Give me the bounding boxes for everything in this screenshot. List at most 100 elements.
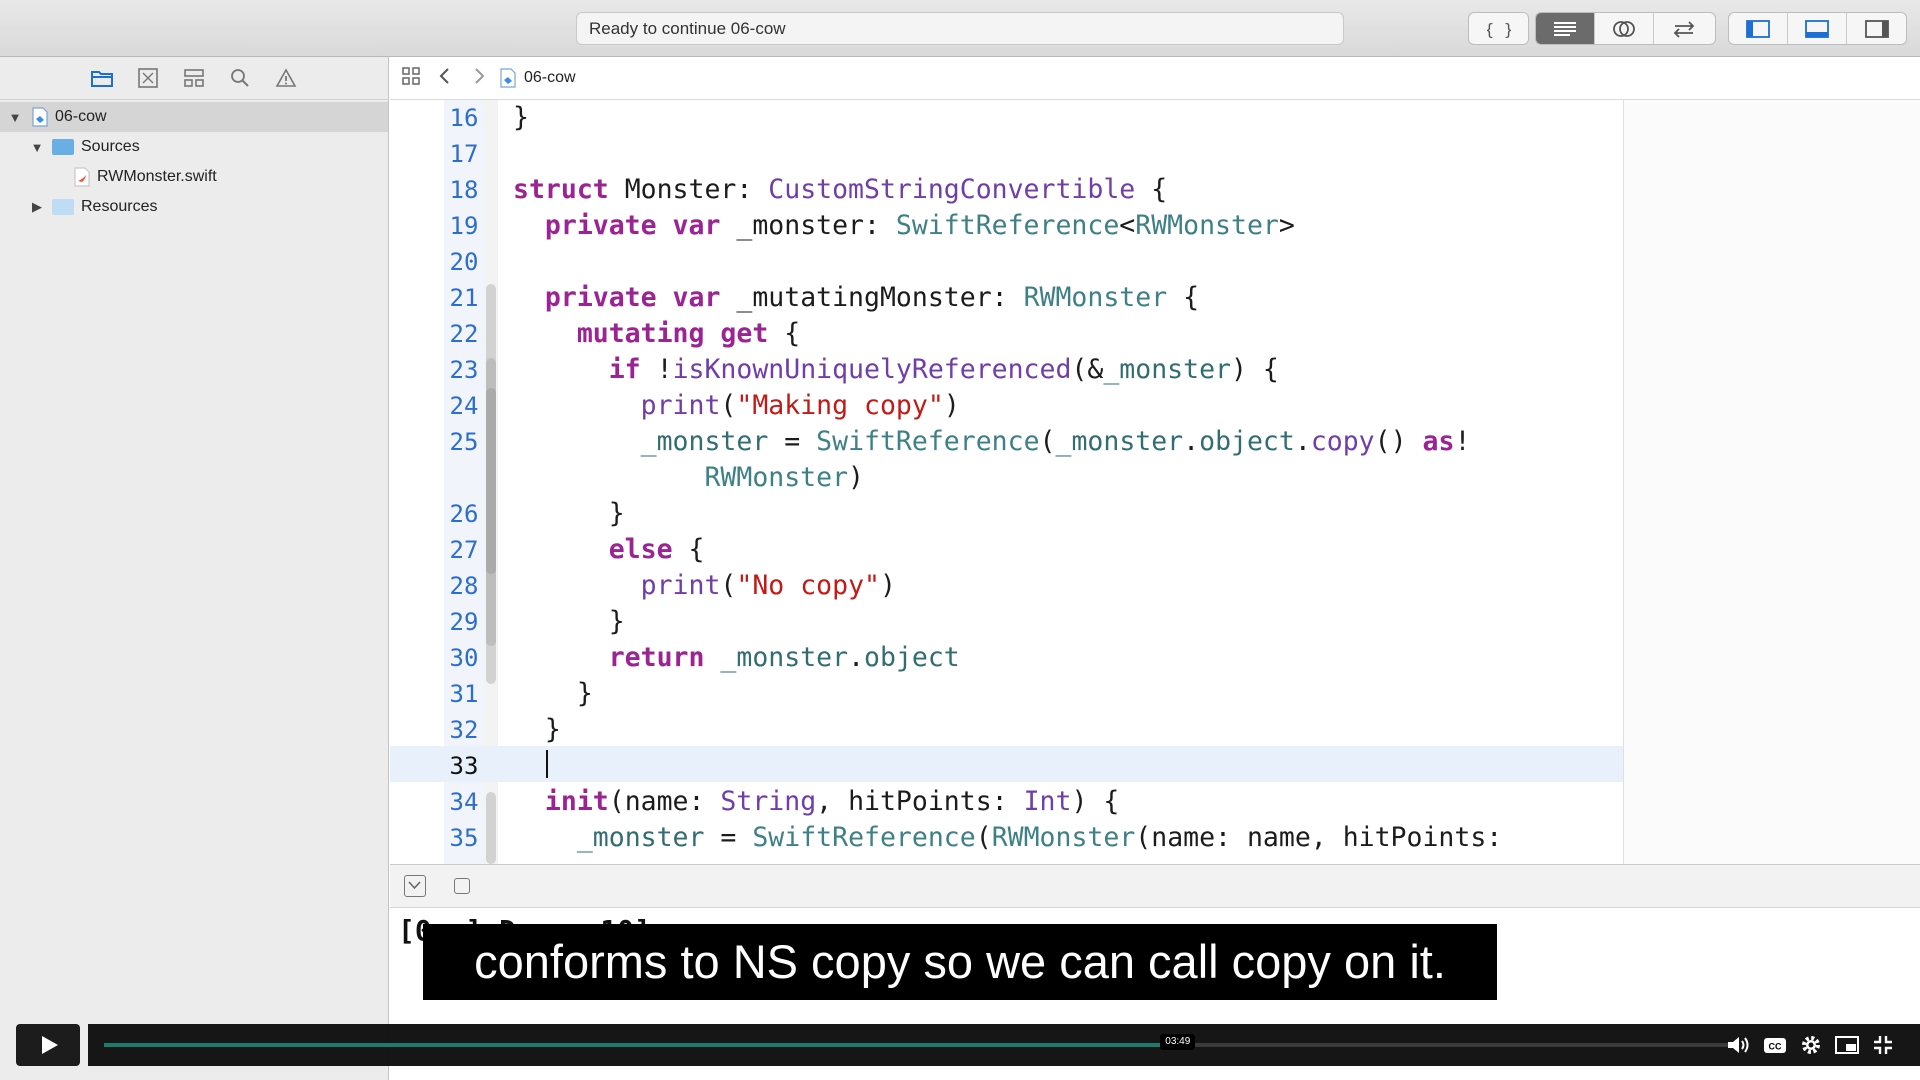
captions-icon[interactable]: CC: [1762, 1033, 1788, 1057]
line-number: 33: [449, 752, 479, 780]
screen: Ready to continue 06-cow { }: [0, 0, 1920, 1080]
braces-icon[interactable]: { }: [1469, 13, 1528, 44]
code-line[interactable]: 34 init(name: String, hitPoints: Int) {: [390, 784, 1623, 820]
left-panel-icon[interactable]: [1729, 13, 1788, 44]
symbol-icon[interactable]: [181, 65, 207, 91]
code-line[interactable]: 23 if !isKnownUniquelyReferenced(&_monst…: [390, 352, 1623, 388]
line-source: _monster = SwiftReference(RWMonster(name…: [513, 820, 1502, 856]
line-source: }: [513, 676, 593, 712]
code-line[interactable]: 21 private var _mutatingMonster: RWMonst…: [390, 280, 1623, 316]
tree-item-sources[interactable]: ▼ Sources: [0, 132, 388, 162]
seek-progress: [104, 1043, 1173, 1047]
line-number: 20: [449, 248, 479, 276]
code-line[interactable]: 33: [390, 748, 1623, 784]
code-line[interactable]: RWMonster): [390, 460, 1623, 496]
back-chevron-icon[interactable]: [428, 66, 462, 91]
right-panel-icon[interactable]: [1847, 13, 1906, 44]
code-line[interactable]: 25 _monster = SwiftReference(_monster.ob…: [390, 424, 1623, 460]
folder-icon: [52, 199, 74, 215]
code-token: }: [513, 678, 593, 709]
code-token: =: [704, 822, 753, 853]
stop-icon[interactable]: [454, 878, 470, 894]
file-tree: ▼ 06-cow ▼ Sources RWMonster.swift ▶ Res…: [0, 100, 388, 222]
tree-item-resources[interactable]: ▶ Resources: [0, 192, 388, 222]
code-token: "Making copy": [736, 390, 944, 421]
version-editor-icon[interactable]: [1654, 13, 1713, 44]
line-number: 16: [449, 104, 479, 132]
code-token: }: [513, 714, 561, 745]
line-source: return _monster.object: [513, 640, 960, 676]
source-control-icon[interactable]: [135, 65, 161, 91]
video-caption: conforms to NS copy so we can call copy …: [423, 924, 1497, 1000]
pip-icon[interactable]: [1834, 1033, 1860, 1057]
code-line[interactable]: 31 }: [390, 676, 1623, 712]
code-token: "No copy": [736, 570, 880, 601]
settings-icon[interactable]: [1798, 1033, 1824, 1057]
line-number: 30: [449, 644, 479, 672]
code-line[interactable]: 35 _monster = SwiftReference(RWMonster(n…: [390, 820, 1623, 856]
tree-item-rwmonster-swift[interactable]: RWMonster.swift: [0, 162, 388, 192]
warning-icon[interactable]: [273, 65, 299, 91]
line-number: 25: [449, 428, 479, 456]
forward-chevron-icon[interactable]: [462, 66, 496, 91]
code-token: (name:: [608, 786, 721, 817]
code-line[interactable]: 32 }: [390, 712, 1623, 748]
bottom-panel-icon[interactable]: [1788, 13, 1847, 44]
code-token: RWMonster: [1023, 282, 1168, 313]
line-number: 28: [449, 572, 479, 600]
code-token: {: [1135, 174, 1168, 205]
line-source: init(name: String, hitPoints: Int) {: [513, 784, 1119, 820]
source-editor[interactable]: 16} 17 18 struct Monster: CustomStringConve…: [390, 100, 1623, 864]
code-line[interactable]: 22 mutating get {: [390, 316, 1623, 352]
tree-item-label: Sources: [81, 138, 140, 155]
folder-icon[interactable]: [89, 65, 115, 91]
assistant-editor-icon[interactable]: [1595, 13, 1654, 44]
disclosure-open-icon[interactable]: ▼: [8, 110, 22, 125]
code-line[interactable]: 16}: [390, 100, 1623, 136]
line-source: RWMonster): [513, 460, 864, 496]
line-source: private var _monster: SwiftReference<RWM…: [513, 208, 1295, 244]
code-line[interactable]: 17: [390, 136, 1623, 172]
disclosure-open-icon[interactable]: ▼: [30, 140, 44, 155]
code-token: _monster: [1055, 426, 1184, 457]
play-button[interactable]: [16, 1024, 80, 1066]
fullscreen-icon[interactable]: [1870, 1033, 1896, 1057]
disclosure-closed-icon[interactable]: ▶: [30, 199, 44, 215]
volume-icon[interactable]: [1726, 1033, 1752, 1057]
code-line[interactable]: 29 }: [390, 604, 1623, 640]
editor-minimap[interactable]: [1623, 100, 1920, 864]
line-number: 32: [449, 716, 479, 744]
code-line[interactable]: 28 print("No copy"): [390, 568, 1623, 604]
tree-item-label: Resources: [81, 198, 158, 215]
code-line[interactable]: 20: [390, 244, 1623, 280]
navigator-tabs: [0, 57, 388, 100]
code-token: =: [768, 426, 817, 457]
code-token: String: [720, 786, 817, 817]
code-token: _monster: [1103, 354, 1231, 385]
seek-track[interactable]: 03:49: [104, 1034, 1730, 1050]
code-token: return: [513, 642, 721, 673]
code-line[interactable]: 19 private var _monster: SwiftReference<…: [390, 208, 1623, 244]
seek-bar[interactable]: 03:49 CC: [88, 1024, 1920, 1066]
search-icon[interactable]: [227, 65, 253, 91]
code-line[interactable]: 24 print("Making copy"): [390, 388, 1623, 424]
code-line[interactable]: 30 return _monster.object: [390, 640, 1623, 676]
line-number: 18: [449, 176, 479, 204]
code-line[interactable]: 18 struct Monster: CustomStringConvertibl…: [390, 172, 1623, 208]
video-controls: 03:49 CC: [0, 1024, 1920, 1066]
code-token: (: [975, 822, 992, 853]
code-token: Int: [1023, 786, 1072, 817]
hide-debug-area-icon[interactable]: [404, 875, 426, 897]
standard-editor-icon[interactable]: [1536, 13, 1595, 44]
project-navigator: ▼ 06-cow ▼ Sources RWMonster.swift ▶ Res…: [0, 57, 389, 1080]
code-token: .: [1294, 426, 1311, 457]
tree-item-06-cow[interactable]: ▼ 06-cow: [0, 102, 388, 132]
code-token: .: [848, 642, 865, 673]
play-icon: [42, 1036, 58, 1054]
jump-bar-file[interactable]: 06-cow: [496, 68, 576, 88]
code-line[interactable]: 26 }: [390, 496, 1623, 532]
svg-text:{ }: { }: [1487, 20, 1511, 39]
code-line[interactable]: 27 else {: [390, 532, 1623, 568]
related-items-icon[interactable]: [394, 66, 428, 91]
